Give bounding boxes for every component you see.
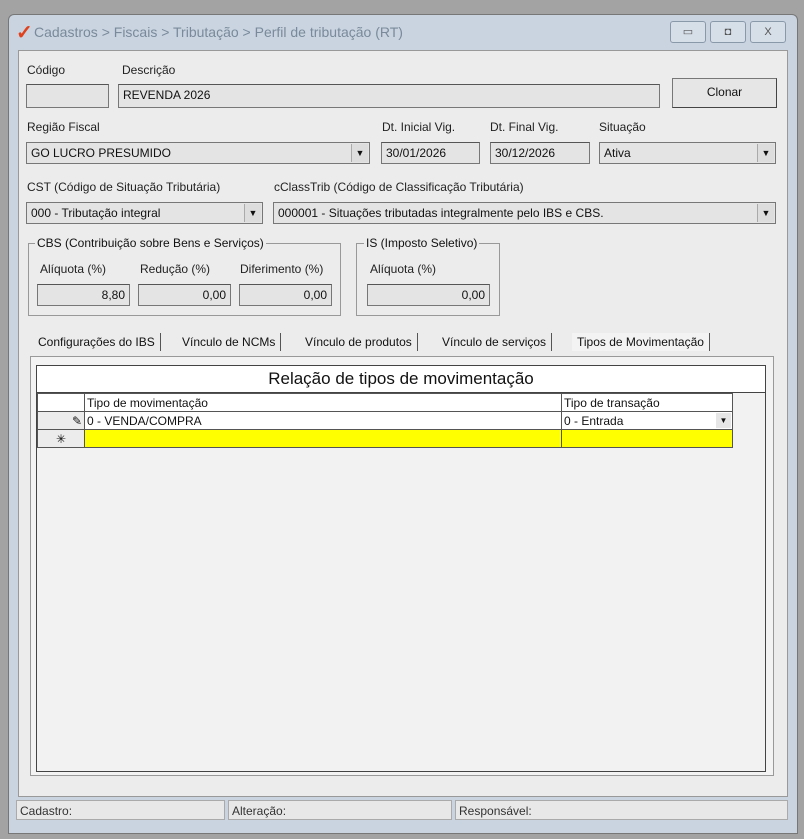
cbs-reducao-input[interactable]: 0,00 <box>138 284 231 306</box>
clonar-button[interactable]: Clonar <box>672 78 777 108</box>
tab-tipos-movimentacao[interactable]: Tipos de Movimentação <box>572 333 710 351</box>
chevron-down-icon: ▼ <box>244 204 261 222</box>
table-row[interactable]: ✎ 0 - VENDA/COMPRA 0 - Entrada ▼ <box>37 411 733 430</box>
regiao-value: GO LUCRO PRESUMIDO <box>31 146 172 160</box>
new-cell-transacao[interactable] <box>561 429 733 448</box>
chevron-down-icon: ▼ <box>757 204 774 222</box>
status-responsavel: Responsável: <box>455 800 788 820</box>
codigo-input[interactable] <box>26 84 109 108</box>
cclass-select[interactable]: 000001 - Situações tributadas integralme… <box>273 202 776 224</box>
descricao-input[interactable]: REVENDA 2026 <box>118 84 660 108</box>
maximize-button[interactable]: ◘ <box>710 21 746 43</box>
cst-value: 000 - Tributação integral <box>31 206 161 220</box>
close-button[interactable]: X <box>750 21 786 43</box>
col-header-tipo[interactable]: Tipo de movimentação <box>84 393 562 412</box>
cbs-reducao-label: Redução (%) <box>140 262 211 276</box>
new-row[interactable]: ✳ <box>37 429 733 448</box>
chevron-down-icon[interactable]: ▼ <box>716 413 731 428</box>
cbs-diferimento-input[interactable]: 0,00 <box>239 284 332 306</box>
edit-pencil-icon: ✎ <box>37 411 85 430</box>
movimentacao-grid: Relação de tipos de movimentação Tipo de… <box>36 365 766 772</box>
regiao-label: Região Fiscal <box>27 120 100 134</box>
transacao-value: 0 - Entrada <box>564 413 624 428</box>
cbs-aliquota-input[interactable]: 8,80 <box>37 284 130 306</box>
situacao-select[interactable]: Ativa ▼ <box>599 142 776 164</box>
is-aliquota-input[interactable]: 0,00 <box>367 284 490 306</box>
codigo-label: Código <box>27 63 66 77</box>
is-title: IS (Imposto Seletivo) <box>364 236 480 250</box>
cell-tipo[interactable]: 0 - VENDA/COMPRA <box>84 411 562 430</box>
row-indicator-header <box>37 393 85 412</box>
cst-select[interactable]: 000 - Tributação integral ▼ <box>26 202 263 224</box>
cbs-diferimento-label: Diferimento (%) <box>240 262 324 276</box>
new-row-asterisk-icon: ✳ <box>37 429 85 448</box>
dt-inicial-label: Dt. Inicial Vig. <box>382 120 456 134</box>
situacao-value: Ativa <box>604 146 631 160</box>
tab-configuracoes-ibs[interactable]: Configurações do IBS <box>33 333 161 351</box>
status-alteracao: Alteração: <box>228 800 452 820</box>
dt-final-input[interactable]: 30/12/2026 <box>490 142 590 164</box>
dt-final-label: Dt. Final Vig. <box>490 120 559 134</box>
is-aliquota-label: Alíquota (%) <box>370 262 437 276</box>
cbs-title: CBS (Contribuição sobre Bens e Serviços) <box>35 236 266 250</box>
status-cadastro: Cadastro: <box>16 800 225 820</box>
cclass-value: 000001 - Situações tributadas integralme… <box>278 206 604 220</box>
cclass-label: cClassTrib (Código de Classificação Trib… <box>274 180 524 194</box>
new-cell-tipo[interactable] <box>84 429 562 448</box>
cbs-aliquota-label: Alíquota (%) <box>40 262 107 276</box>
chevron-down-icon: ▼ <box>757 144 774 162</box>
chevron-down-icon: ▼ <box>351 144 368 162</box>
regiao-select[interactable]: GO LUCRO PRESUMIDO ▼ <box>26 142 370 164</box>
app-logo-icon: ✓ <box>16 22 33 44</box>
dt-inicial-input[interactable]: 30/01/2026 <box>381 142 480 164</box>
tab-vinculo-ncms[interactable]: Vínculo de NCMs <box>177 333 282 351</box>
minimize-button[interactable]: ▭ <box>670 21 706 43</box>
situacao-label: Situação <box>599 120 646 134</box>
col-header-transacao[interactable]: Tipo de transação <box>561 393 733 412</box>
tab-vinculo-servicos[interactable]: Vínculo de serviços <box>437 333 553 351</box>
cst-label: CST (Código de Situação Tributária) <box>27 180 221 194</box>
cell-transacao[interactable]: 0 - Entrada ▼ <box>561 411 733 430</box>
tab-vinculo-produtos[interactable]: Vínculo de produtos <box>300 333 418 351</box>
window-title: Cadastros > Fiscais > Tributação > Perfi… <box>34 24 403 40</box>
grid-title: Relação de tipos de movimentação <box>37 366 765 393</box>
descricao-label: Descrição <box>122 63 176 77</box>
